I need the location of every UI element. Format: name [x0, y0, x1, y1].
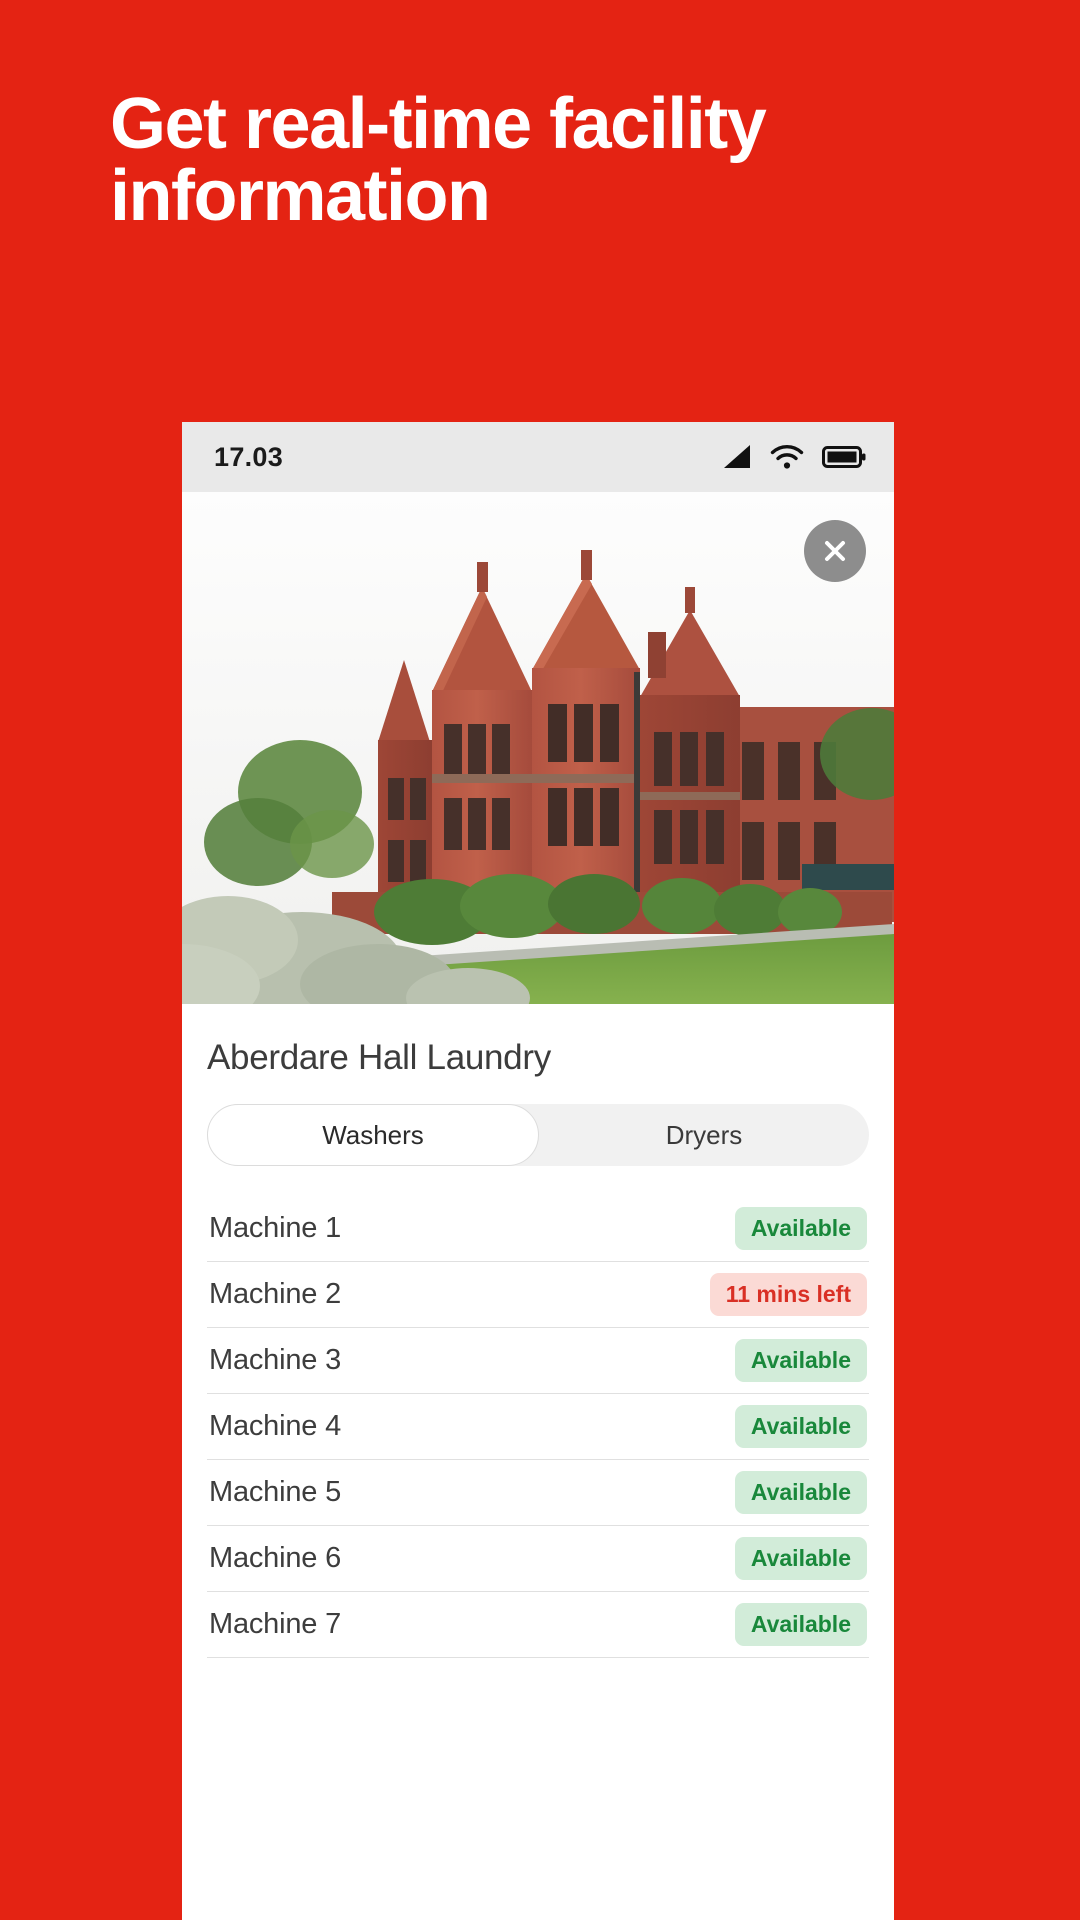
wifi-icon	[770, 444, 804, 470]
machine-type-tabs: Washers Dryers	[207, 1104, 869, 1166]
machine-name: Machine 4	[209, 1410, 341, 1442]
table-row[interactable]: Machine 6 Available	[207, 1526, 869, 1592]
status-bar-time: 17.03	[214, 441, 284, 472]
status-badge: Available	[734, 1405, 867, 1448]
table-row[interactable]: Machine 2 11 mins left	[207, 1262, 869, 1328]
close-button[interactable]	[804, 520, 866, 582]
machine-name: Machine 1	[209, 1212, 341, 1244]
signal-icon	[722, 444, 752, 470]
close-icon	[820, 536, 850, 566]
facility-title: Aberdare Hall Laundry	[207, 1038, 551, 1077]
machine-name: Machine 2	[209, 1278, 341, 1310]
status-bar: 17.03	[182, 422, 894, 492]
table-row[interactable]: Machine 7 Available	[207, 1592, 869, 1658]
table-row[interactable]: Machine 1 Available	[207, 1196, 869, 1262]
machine-name: Machine 6	[209, 1542, 341, 1574]
machine-name: Machine 7	[209, 1608, 341, 1640]
table-row[interactable]: Machine 5 Available	[207, 1460, 869, 1526]
tab-washers[interactable]: Washers	[207, 1104, 539, 1166]
status-badge: Available	[734, 1207, 867, 1250]
machine-name: Machine 5	[209, 1476, 341, 1508]
status-badge: 11 mins left	[709, 1273, 867, 1316]
battery-icon	[822, 445, 866, 469]
machine-name: Machine 3	[209, 1344, 341, 1376]
status-badge: Available	[734, 1339, 867, 1382]
tab-dryers[interactable]: Dryers	[539, 1104, 869, 1166]
building-illustration	[182, 492, 894, 1004]
table-row[interactable]: Machine 4 Available	[207, 1394, 869, 1460]
status-bar-icons	[722, 444, 866, 470]
page-title: Get real-time facility information	[110, 84, 767, 236]
facility-photo	[182, 492, 894, 1004]
table-row[interactable]: Machine 3 Available	[207, 1328, 869, 1394]
machine-list: Machine 1 Available Machine 2 11 mins le…	[207, 1196, 869, 1658]
facility-detail-sheet: Aberdare Hall Laundry Washers Dryers Mac…	[182, 1004, 894, 1658]
phone-mockup: 17.03 Aberdare Hall Laundry Washers Drye…	[182, 422, 894, 1920]
status-badge: Available	[734, 1471, 867, 1514]
status-badge: Available	[734, 1537, 867, 1580]
status-badge: Available	[734, 1603, 867, 1646]
